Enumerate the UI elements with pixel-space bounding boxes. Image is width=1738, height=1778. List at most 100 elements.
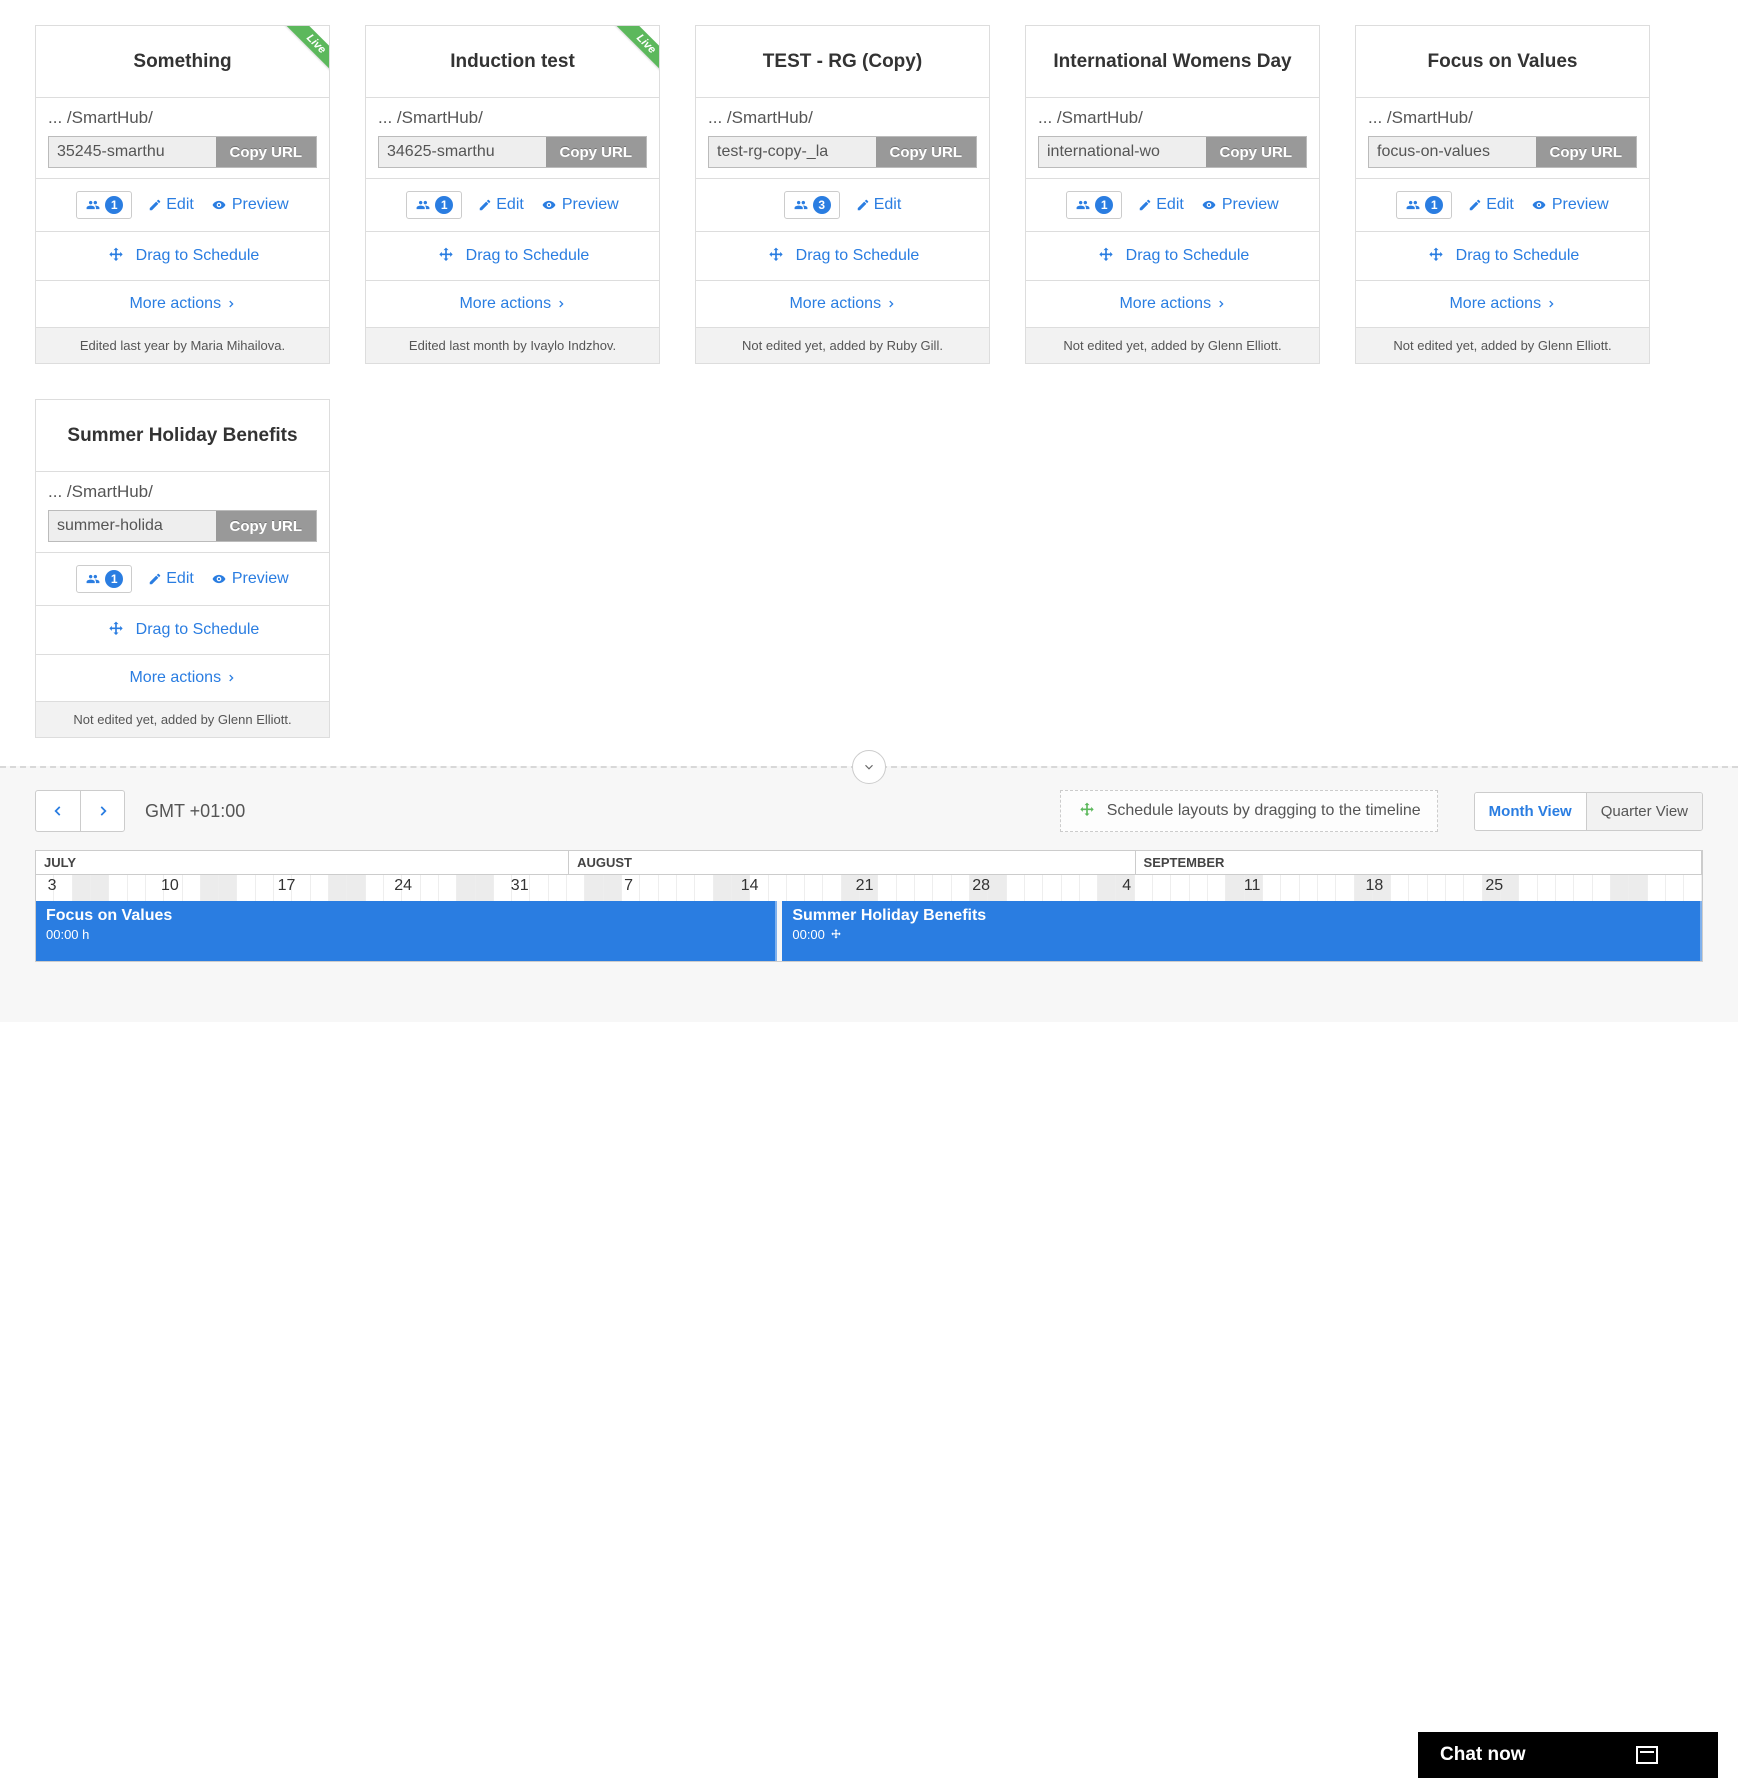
users-icon <box>85 198 101 212</box>
copy-url-button[interactable]: Copy URL <box>876 137 977 167</box>
card-title: Something <box>133 50 231 74</box>
slug-input[interactable] <box>379 137 546 167</box>
live-ribbon: Live <box>611 25 660 79</box>
preview-label: Preview <box>1222 196 1279 214</box>
more-label: More actions <box>129 669 221 687</box>
chevron-down-icon <box>862 760 876 774</box>
card-path: ... /SmartHub/ <box>1038 108 1307 128</box>
users-count: 1 <box>105 570 123 588</box>
card-path: ... /SmartHub/ <box>378 108 647 128</box>
event-block[interactable]: Summer Holiday Benefits 00:00 <box>782 901 1702 961</box>
slug-input[interactable] <box>1039 137 1206 167</box>
preview-label: Preview <box>1552 196 1609 214</box>
day-tick: 3 <box>48 877 57 895</box>
copy-url-button[interactable]: Copy URL <box>216 511 317 541</box>
layout-card: LiveSomething ... /SmartHub/ Copy URL 1 … <box>35 25 330 364</box>
event-time: 00:00 h <box>46 927 765 942</box>
day-tick: 11 <box>1244 877 1261 895</box>
timeline-panel: GMT +01:00 Schedule layouts by dragging … <box>0 766 1738 1022</box>
drag-to-schedule[interactable]: Drag to Schedule <box>366 232 659 281</box>
users-count: 1 <box>105 196 123 214</box>
preview-link[interactable]: Preview <box>1530 196 1609 214</box>
slug-input[interactable] <box>1369 137 1536 167</box>
more-label: More actions <box>1119 295 1211 313</box>
preview-link[interactable]: Preview <box>540 196 619 214</box>
users-icon <box>415 198 431 212</box>
drag-to-schedule[interactable]: Drag to Schedule <box>36 232 329 281</box>
users-badge[interactable]: 1 <box>1396 191 1452 219</box>
copy-url-button[interactable]: Copy URL <box>1536 137 1637 167</box>
slug-input[interactable] <box>49 511 216 541</box>
edit-link[interactable]: Edit <box>1138 196 1184 214</box>
users-count: 3 <box>813 196 831 214</box>
chat-widget[interactable]: Chat now <box>1418 1732 1718 1778</box>
slug-input[interactable] <box>709 137 876 167</box>
quarter-view-button[interactable]: Quarter View <box>1586 793 1702 830</box>
users-badge[interactable]: 1 <box>406 191 462 219</box>
event-time: 00:00 <box>792 927 1690 942</box>
users-icon <box>1405 198 1421 212</box>
more-label: More actions <box>789 295 881 313</box>
edit-link[interactable]: Edit <box>148 570 194 588</box>
copy-url-button[interactable]: Copy URL <box>546 137 647 167</box>
users-count: 1 <box>435 196 453 214</box>
prev-button[interactable] <box>36 791 80 831</box>
users-badge[interactable]: 1 <box>1066 191 1122 219</box>
edit-label: Edit <box>166 570 194 588</box>
move-icon <box>1096 246 1116 266</box>
collapse-toggle[interactable] <box>852 750 886 784</box>
preview-link[interactable]: Preview <box>210 196 289 214</box>
timezone-label: GMT +01:00 <box>145 801 245 822</box>
more-actions[interactable]: More actions <box>1026 281 1319 328</box>
more-label: More actions <box>1449 295 1541 313</box>
day-tick: 21 <box>856 877 874 895</box>
drag-to-schedule[interactable]: Drag to Schedule <box>1356 232 1649 281</box>
users-count: 1 <box>1425 196 1443 214</box>
edit-label: Edit <box>1486 196 1514 214</box>
move-icon <box>1077 801 1097 821</box>
users-badge[interactable]: 1 <box>76 191 132 219</box>
edit-link[interactable]: Edit <box>478 196 524 214</box>
users-badge[interactable]: 3 <box>784 191 840 219</box>
event-block[interactable]: Focus on Values 00:00 h <box>36 901 777 961</box>
more-actions[interactable]: More actions <box>1356 281 1649 328</box>
copy-url-button[interactable]: Copy URL <box>216 137 317 167</box>
edit-label: Edit <box>874 196 902 214</box>
month-view-button[interactable]: Month View <box>1475 793 1586 830</box>
day-tick: 31 <box>511 877 529 895</box>
preview-link[interactable]: Preview <box>210 570 289 588</box>
edit-link[interactable]: Edit <box>148 196 194 214</box>
more-actions[interactable]: More actions <box>696 281 989 328</box>
timeline-nav <box>35 790 125 832</box>
day-tick: 28 <box>972 877 990 895</box>
more-actions[interactable]: More actions <box>366 281 659 328</box>
day-tick: 7 <box>624 877 633 895</box>
view-toggle: Month View Quarter View <box>1474 792 1703 831</box>
users-badge[interactable]: 1 <box>76 565 132 593</box>
more-actions[interactable]: More actions <box>36 281 329 328</box>
drag-to-schedule[interactable]: Drag to Schedule <box>1026 232 1319 281</box>
day-tick: 25 <box>1485 877 1503 895</box>
preview-label: Preview <box>232 196 289 214</box>
edit-link[interactable]: Edit <box>1468 196 1514 214</box>
users-icon <box>85 572 101 586</box>
drag-to-schedule[interactable]: Drag to Schedule <box>696 232 989 281</box>
more-actions[interactable]: More actions <box>36 655 329 702</box>
users-count: 1 <box>1095 196 1113 214</box>
card-footer: Not edited yet, added by Glenn Elliott. <box>1356 328 1649 363</box>
move-icon <box>436 246 456 266</box>
layout-card: TEST - RG (Copy) ... /SmartHub/ Copy URL… <box>695 25 990 364</box>
preview-link[interactable]: Preview <box>1200 196 1279 214</box>
chat-label: Chat now <box>1440 1744 1526 1766</box>
users-icon <box>1075 198 1091 212</box>
copy-url-button[interactable]: Copy URL <box>1206 137 1307 167</box>
month-header: JULY <box>36 851 569 874</box>
live-ribbon: Live <box>281 25 330 79</box>
drag-to-schedule[interactable]: Drag to Schedule <box>36 606 329 655</box>
card-title: Summer Holiday Benefits <box>67 424 297 448</box>
next-button[interactable] <box>80 791 124 831</box>
card-footer: Not edited yet, added by Glenn Elliott. <box>36 702 329 737</box>
slug-input[interactable] <box>49 137 216 167</box>
card-footer: Not edited yet, added by Glenn Elliott. <box>1026 328 1319 363</box>
edit-link[interactable]: Edit <box>856 196 902 214</box>
